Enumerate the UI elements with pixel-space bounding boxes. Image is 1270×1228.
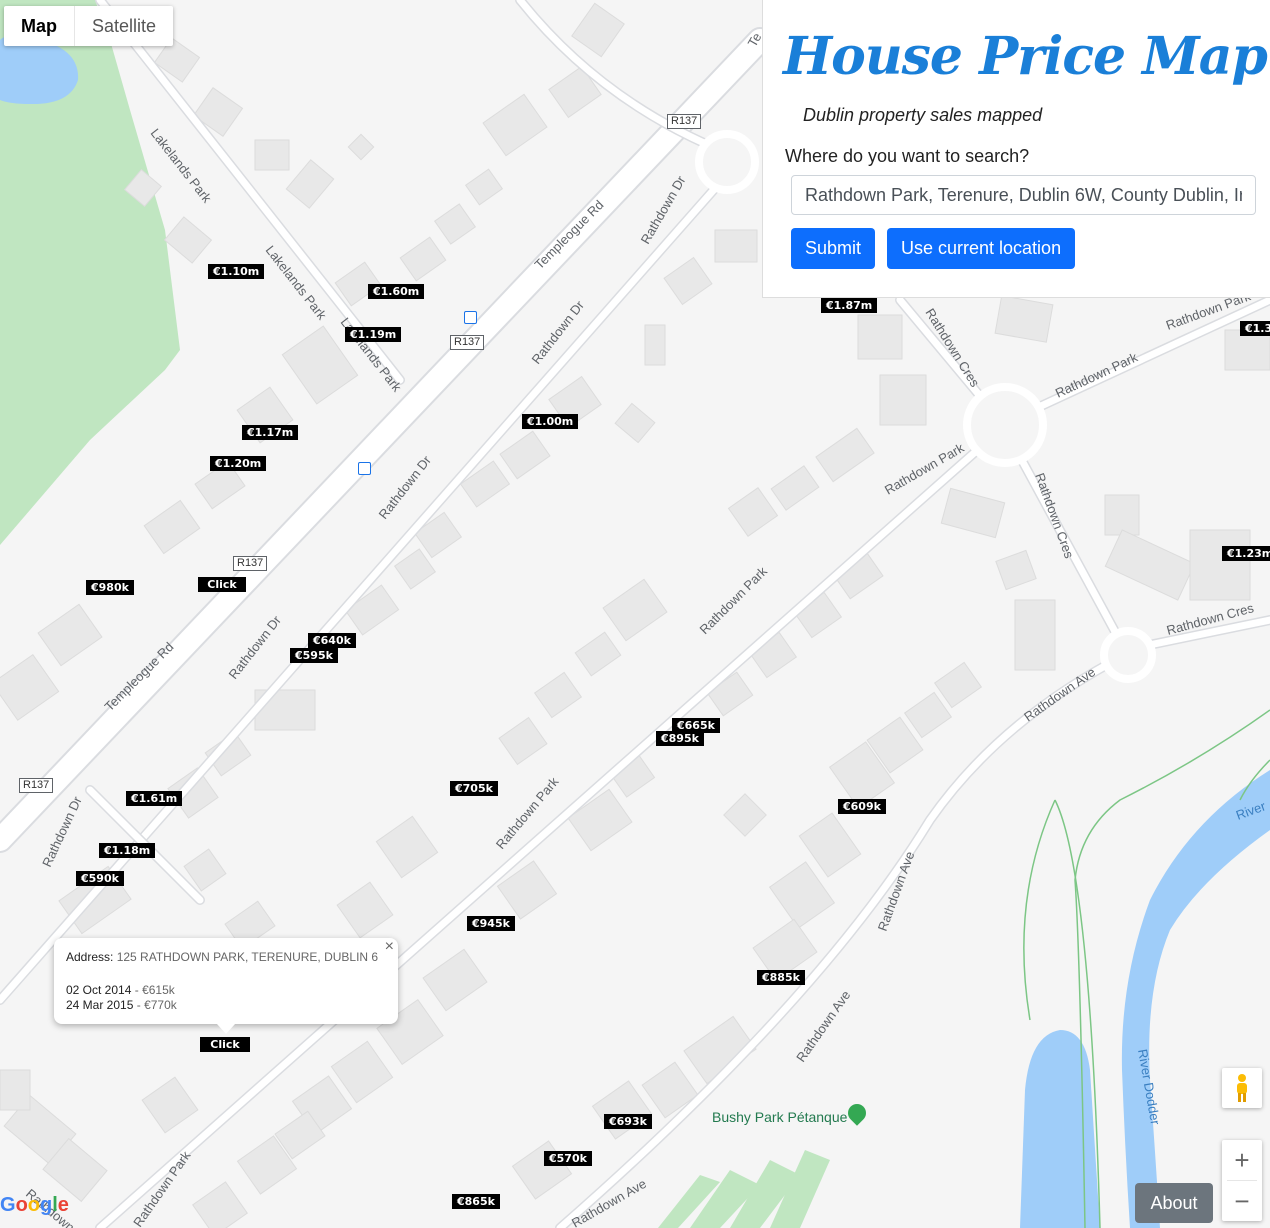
info-sale-row: 24 Mar 2015 - €770k [66, 998, 177, 1012]
price-tag[interactable]: €1.18m [99, 843, 156, 858]
price-tag[interactable]: €865k [452, 1194, 500, 1209]
zoom-control: + − [1222, 1140, 1262, 1221]
route-shield: R137 [667, 114, 702, 129]
info-address-label: Address: [66, 950, 114, 964]
price-tag[interactable]: €590k [76, 871, 124, 886]
close-icon[interactable]: × [385, 938, 394, 956]
price-tag[interactable]: €1.17m [242, 425, 299, 440]
use-location-button[interactable]: Use current location [887, 228, 1076, 269]
price-tag[interactable]: €609k [838, 799, 886, 814]
sale-price: €770k [144, 998, 177, 1012]
price-tag[interactable]: €1.19m [345, 327, 402, 342]
price-tag[interactable]: €1.23m [1222, 546, 1270, 561]
about-button[interactable]: About [1135, 1183, 1213, 1223]
map-type-map-button[interactable]: Map [4, 6, 74, 46]
price-tag[interactable]: €1.87m [821, 298, 878, 313]
bus-stop-icon[interactable] [464, 311, 477, 324]
search-prompt: Where do you want to search? [785, 146, 1030, 166]
map-type-satellite-button[interactable]: Satellite [75, 6, 173, 46]
park-poi-label[interactable]: Bushy Park Pétanque [712, 1109, 847, 1125]
route-shield: R137 [450, 335, 485, 350]
map-type-control: Map Satellite [4, 6, 174, 46]
price-tag[interactable]: €1.00m [522, 414, 579, 429]
lake [1020, 1030, 1100, 1228]
info-sale-row: 02 Oct 2014 - €615k [66, 983, 175, 997]
price-tag[interactable]: €895k [656, 731, 704, 746]
app-title: House Price Map [783, 26, 1268, 87]
route-shield: R137 [19, 778, 54, 793]
info-address: Address: 125 RATHDOWN PARK, TERENURE, DU… [66, 950, 378, 964]
pegman-icon [1237, 1074, 1247, 1102]
price-tag-click[interactable]: Click [198, 577, 246, 592]
price-tag[interactable]: €640k [308, 633, 356, 648]
price-tag[interactable]: €980k [86, 580, 134, 595]
app-subtitle: Dublin property sales mapped [803, 105, 1043, 125]
bus-stop-icon[interactable] [358, 462, 371, 475]
route-shield: R137 [233, 556, 268, 571]
price-tag[interactable]: €693k [604, 1114, 652, 1129]
price-tag[interactable]: €1.3 [1240, 321, 1270, 336]
price-tag[interactable]: €1.61m [126, 791, 183, 806]
plus-icon[interactable]: + [1222, 1140, 1262, 1180]
minus-icon[interactable]: − [1222, 1181, 1262, 1221]
search-input[interactable] [791, 175, 1256, 215]
sale-date: 02 Oct 2014 [66, 983, 132, 997]
price-tag[interactable]: €885k [757, 970, 805, 985]
info-address-value: 125 RATHDOWN PARK, TERENURE, DUBLIN 6 [116, 950, 379, 964]
info-window: × Address: 125 RATHDOWN PARK, TERENURE, … [54, 938, 398, 1034]
submit-button[interactable]: Submit [791, 228, 876, 269]
price-tag[interactable]: €1.60m [368, 284, 425, 299]
price-tag[interactable]: €705k [450, 781, 498, 796]
price-tag[interactable]: €1.10m [208, 264, 265, 279]
google-logo[interactable]: Google [0, 1194, 69, 1217]
price-tag[interactable]: €1.20m [210, 456, 267, 471]
price-tag-click[interactable]: Click [200, 1037, 250, 1052]
sale-date: 24 Mar 2015 [66, 998, 134, 1012]
search-panel: House Price Map Dublin property sales ma… [762, 0, 1270, 298]
price-tag[interactable]: €595k [290, 648, 338, 663]
sale-price: €615k [142, 983, 175, 997]
pegman-button[interactable] [1222, 1068, 1262, 1108]
price-tag[interactable]: €945k [467, 916, 515, 931]
price-tag[interactable]: €570k [544, 1151, 592, 1166]
